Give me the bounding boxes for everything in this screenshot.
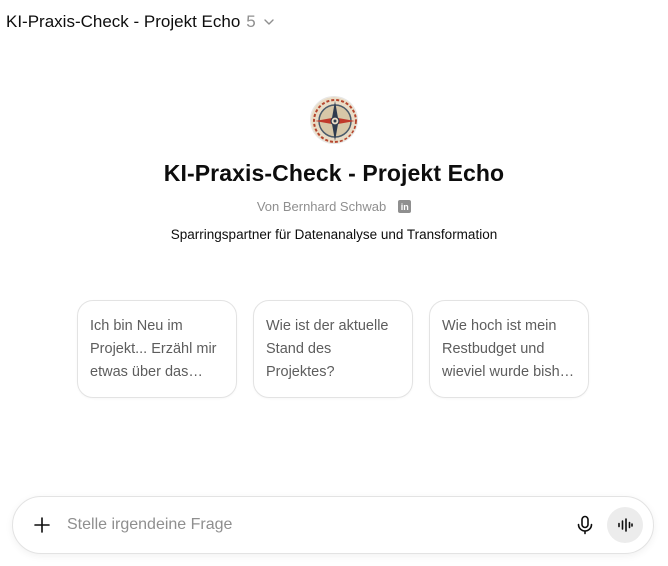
chat-page: KI-Praxis-Check - Projekt Echo 5 KI-Prax… [0,0,668,566]
waveform-icon [618,518,633,532]
starter-text: Wie ist der aktuelle Stand des Projektes… [266,318,389,380]
header-version: 5 [246,12,256,31]
chevron-down-icon [264,19,274,25]
gpt-description: Sparringspartner für Datenanalyse und Tr… [170,227,498,242]
conversation-starters: Ich bin Neu im Projekt... Erzähl mir etw… [77,300,589,398]
header-title: KI-Praxis-Check - Projekt Echo [6,12,241,31]
dictate-button[interactable] [569,509,601,541]
author-byline: Von Bernhard Schwab in [256,199,412,214]
starter-card-1[interactable]: Ich bin Neu im Projekt... Erzähl mir etw… [77,300,237,398]
starter-text: Wie hoch ist mein Restbudget und wieviel… [442,318,573,380]
gpt-avatar [310,96,358,144]
composer [12,496,654,554]
microphone-icon [577,515,593,535]
starter-card-3[interactable]: Wie hoch ist mein Restbudget und wieviel… [429,300,589,398]
author-name: Von Bernhard Schwab [256,199,387,214]
gpt-intro: KI-Praxis-Check - Projekt Echo Von Bernh… [0,96,668,242]
voice-mode-button[interactable] [607,507,643,543]
linkedin-icon[interactable]: in [398,200,412,213]
gpt-name: KI-Praxis-Check - Projekt Echo [163,160,505,186]
plus-icon [34,517,50,533]
add-attachment-button[interactable] [24,507,60,543]
compass-icon [311,97,357,143]
prompt-input[interactable] [67,516,569,534]
starter-text: Ich bin Neu im Projekt... Erzähl mir etw… [90,318,217,380]
model-selector[interactable]: KI-Praxis-Check - Projekt Echo 5 [6,12,276,32]
starter-card-2[interactable]: Wie ist der aktuelle Stand des Projektes… [253,300,413,398]
